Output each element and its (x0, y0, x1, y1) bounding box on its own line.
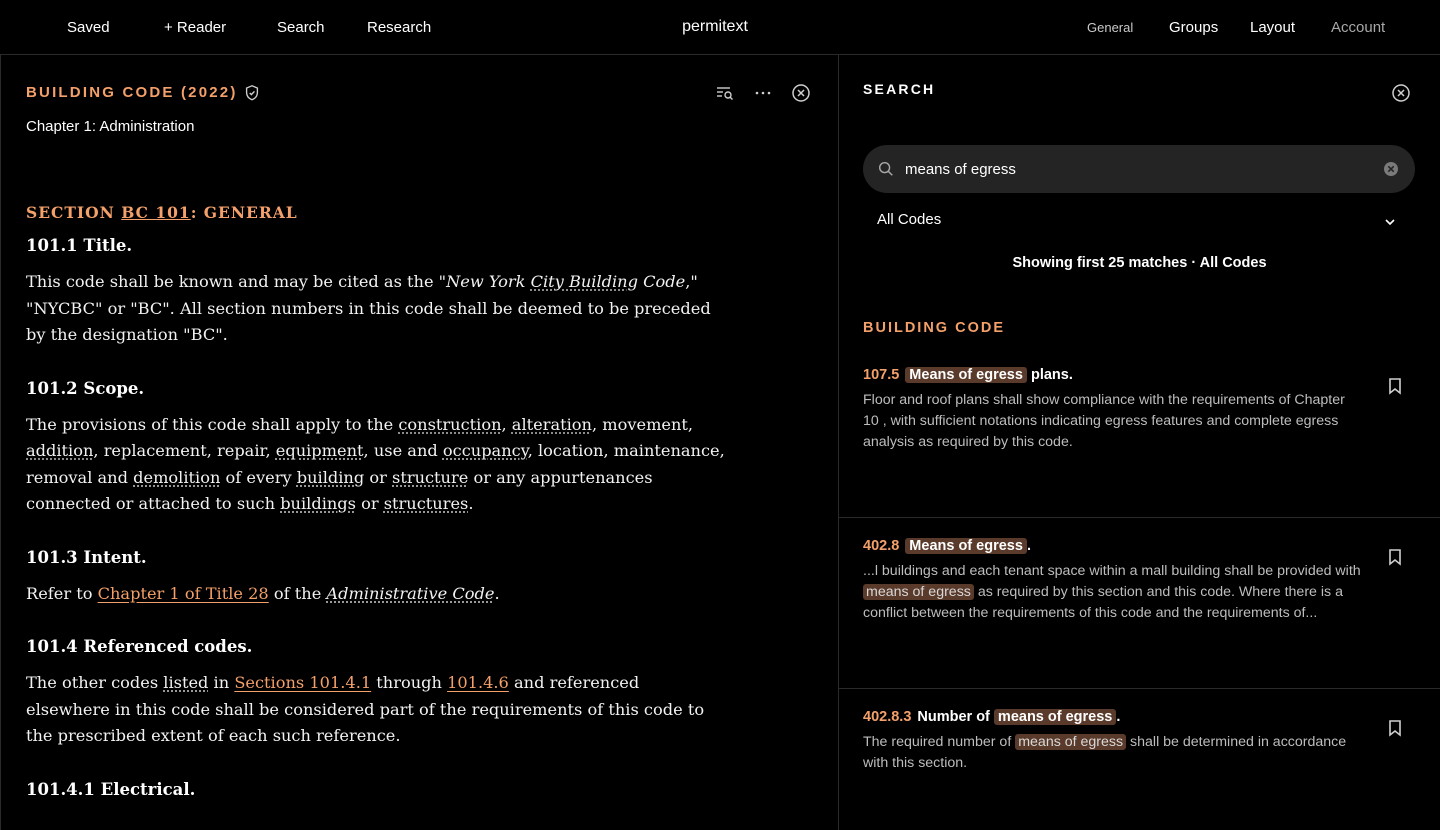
link-sections-101-4-1[interactable]: Sections 101.4.1 (234, 673, 371, 692)
link-chapter-1-title-28[interactable]: Chapter 1 of Title 28 (98, 584, 269, 603)
link-101-4-6[interactable]: 101.4.6 (447, 673, 509, 692)
term-administrative-code[interactable]: Administrative Code (326, 584, 494, 603)
heading-101-2: 101.2 Scope. (26, 378, 145, 398)
term-occupancy[interactable]: occupancy (443, 441, 528, 460)
bookmark-icon[interactable] (1387, 719, 1403, 737)
close-search-icon[interactable] (1391, 83, 1411, 103)
heading-101-4: 101.4 Referenced codes. (26, 637, 253, 656)
search-panel-title: SEARCH (863, 81, 936, 97)
result-category-heading: BUILDING CODE (863, 320, 1005, 336)
search-panel: SEARCH All Codes Showing first 25 matche… (839, 55, 1440, 830)
nav-groups[interactable]: Groups (1169, 19, 1218, 36)
nav-general[interactable]: General (1087, 20, 1133, 35)
result-heading: 107.5 Means of egress plans. (863, 367, 1073, 383)
term-city-building[interactable]: City Building (531, 272, 638, 291)
nav-layout[interactable]: Layout (1250, 19, 1295, 36)
paragraph-101-3: Refer to Chapter 1 of Title 28 of the Ad… (26, 583, 500, 603)
match-count: Showing first 25 matches · All Codes (1012, 255, 1267, 271)
paragraph-101-2: The provisions of this code shall apply … (26, 414, 725, 514)
result-heading: 402.8 Means of egress. (863, 538, 1031, 554)
term-listed[interactable]: listed (163, 673, 208, 692)
reader-panel: BUILDING CODE (2022) Chapter 1: Administ… (0, 55, 839, 830)
close-reader-icon[interactable] (791, 83, 811, 103)
section-heading: SECTION BC 101: GENERAL (26, 203, 298, 222)
more-options-icon[interactable] (753, 83, 773, 103)
heading-101-4-1: 101.4.1 Electrical. (26, 779, 196, 799)
term-buildings[interactable]: buildings (280, 494, 356, 513)
chapter-subtitle: Chapter 1: Administration (26, 118, 195, 135)
term-addition[interactable]: addition (26, 441, 93, 460)
code-filter-select[interactable]: All Codes (877, 211, 1401, 235)
term-alteration[interactable]: alteration (512, 415, 592, 434)
toc-search-icon[interactable] (715, 83, 735, 103)
term-equipment[interactable]: equipment (276, 441, 364, 460)
result-heading: 402.8.3 Number of means of egress. (863, 709, 1121, 725)
search-input[interactable] (905, 157, 1365, 181)
document-body: SECTION BC 101: GENERAL 101.1 Title. Thi… (26, 203, 726, 799)
paragraph-101-4: The other codes listed in Sections 101.4… (26, 673, 705, 745)
clear-search-icon[interactable] (1383, 161, 1399, 177)
term-construction[interactable]: construction (398, 415, 501, 434)
top-nav-bar: Saved + Reader Search Research permitext… (0, 0, 1440, 55)
paragraph-101-1: This code shall be known and may be cite… (26, 272, 711, 344)
search-box (863, 145, 1415, 193)
shield-check-icon[interactable] (243, 84, 261, 102)
nav-account[interactable]: Account (1331, 19, 1385, 36)
bookmark-icon[interactable] (1387, 548, 1403, 566)
search-icon (878, 161, 893, 176)
heading-101-1: 101.1 Title. (26, 236, 133, 255)
result-snippet: ...l buildings and each tenant space wit… (863, 563, 1361, 621)
search-result[interactable]: 402.8 Means of egress. ...l buildings and… (839, 518, 1440, 689)
result-snippet: Floor and roof plans shall show complian… (863, 392, 1345, 450)
term-building[interactable]: building (297, 468, 364, 487)
code-filter-value: All Codes (877, 211, 942, 228)
reader-title: BUILDING CODE (2022) (26, 84, 238, 101)
search-result[interactable]: 107.5 Means of egress plans. Floor and ro… (839, 347, 1440, 518)
term-structures[interactable]: structures (384, 494, 469, 513)
result-snippet: The required number of means of egress s… (863, 734, 1347, 771)
heading-101-3: 101.3 Intent. (26, 547, 147, 567)
chevron-down-icon (1385, 219, 1395, 226)
section-code-link[interactable]: BC 101 (121, 203, 190, 222)
term-structure[interactable]: structure (392, 468, 468, 487)
bookmark-icon[interactable] (1387, 377, 1403, 395)
term-demolition[interactable]: demolition (133, 468, 220, 487)
search-result[interactable]: 402.8.3 Number of means of egress. The re… (839, 689, 1440, 830)
